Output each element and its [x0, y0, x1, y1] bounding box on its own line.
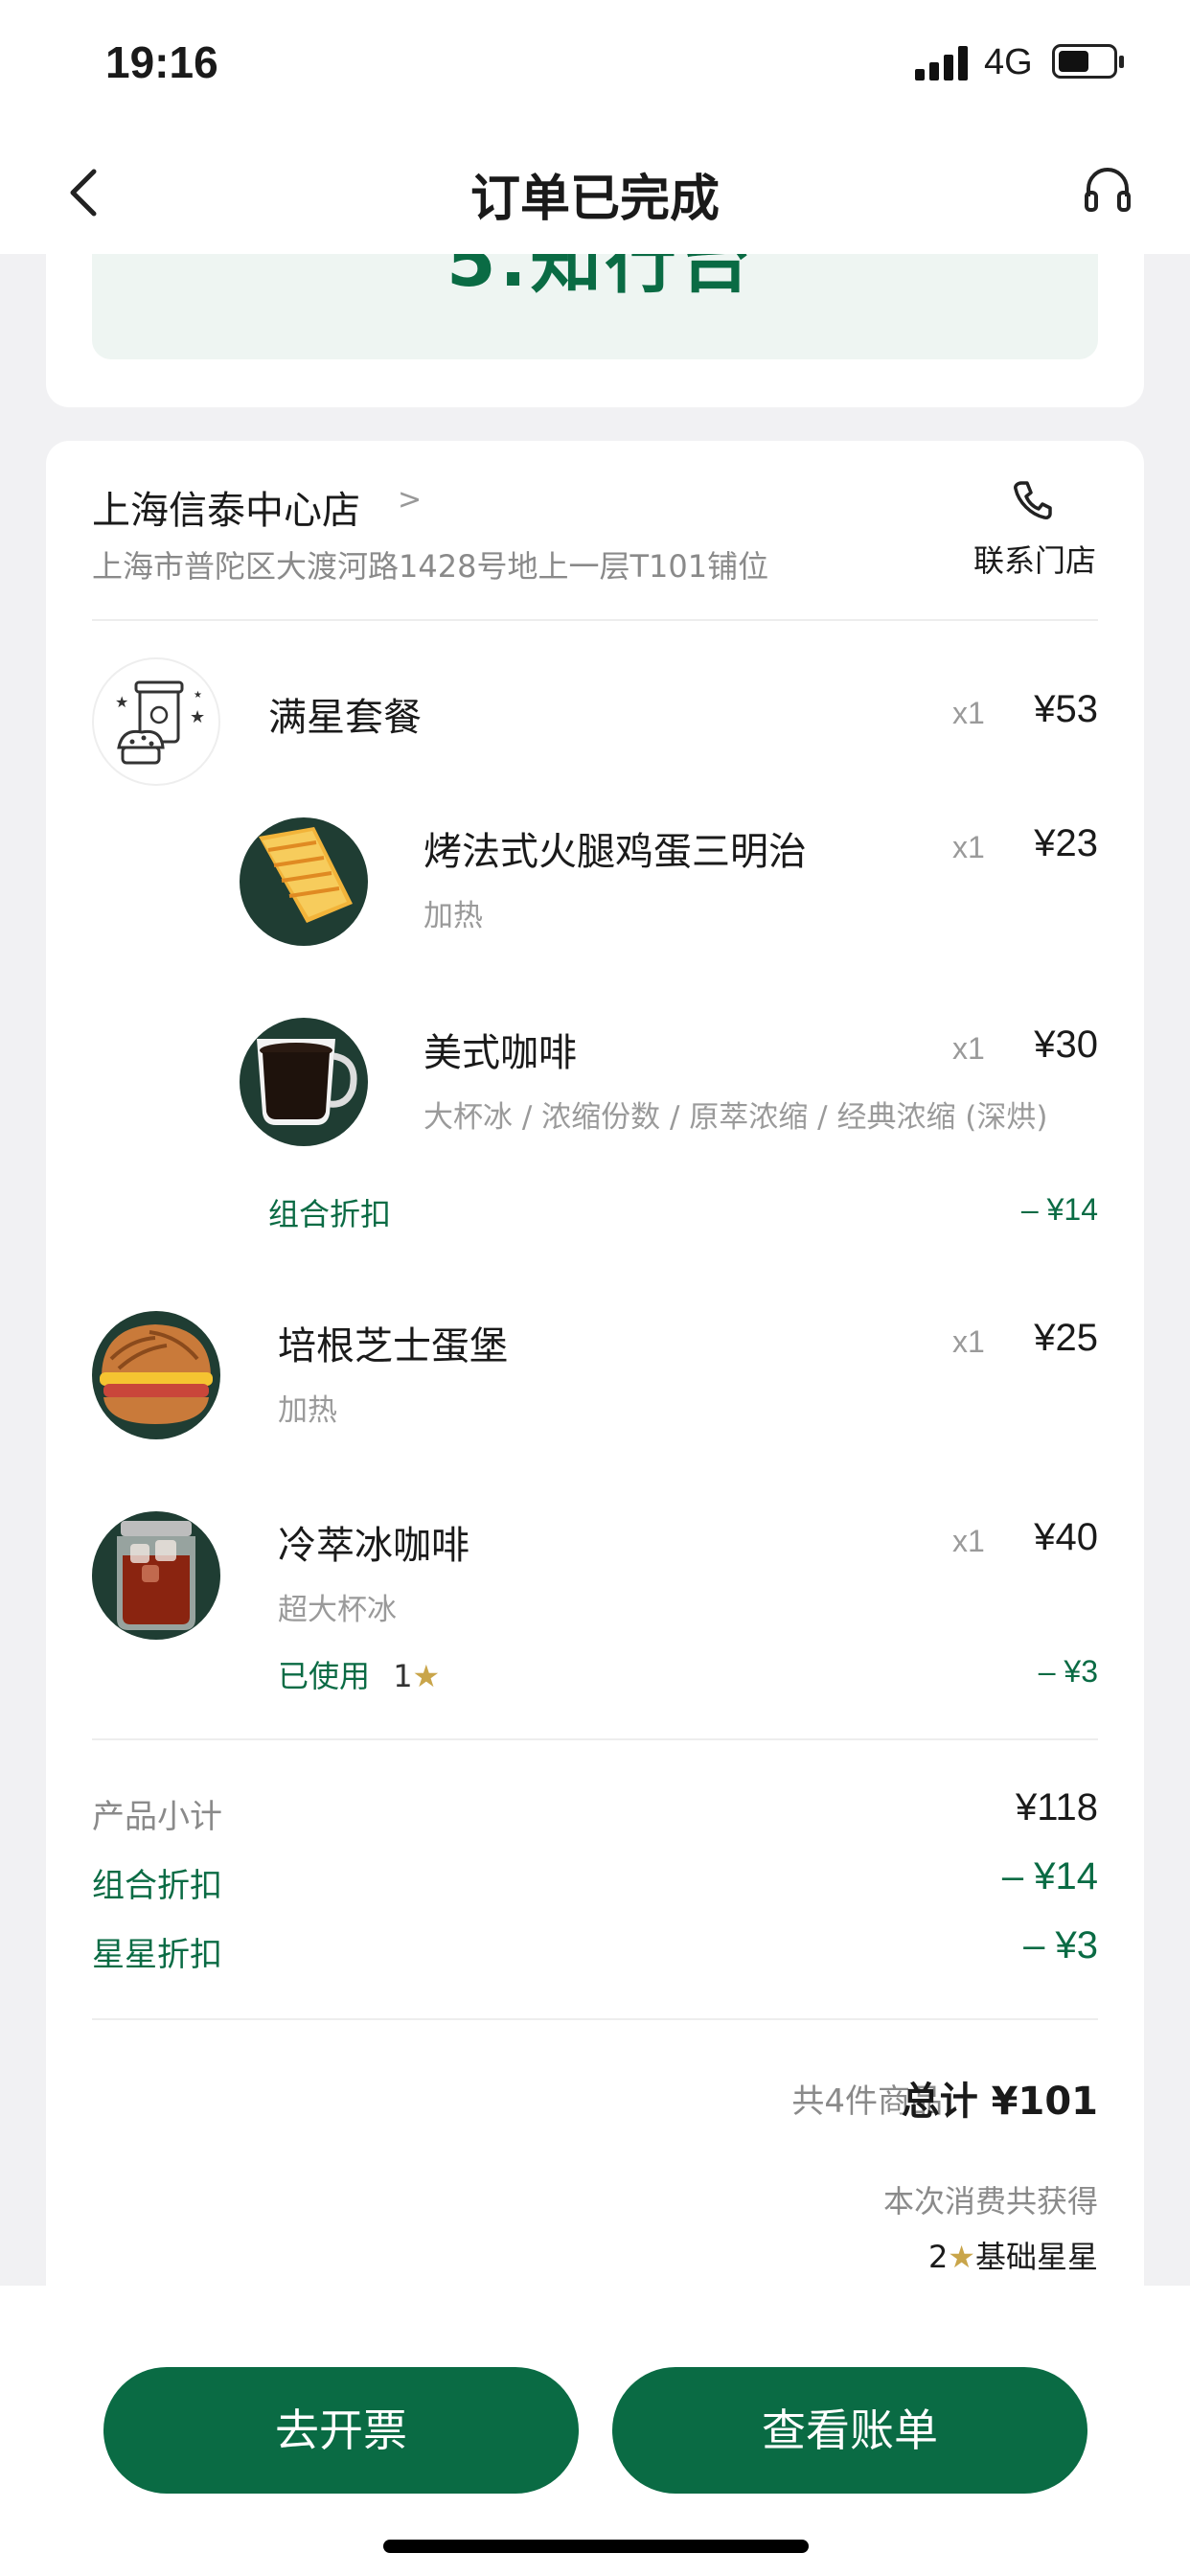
- cold-brew-thumbnail: [92, 1511, 220, 1640]
- status-time: 19:16: [105, 37, 218, 87]
- status-bar: 19:16 4G: [0, 0, 1190, 129]
- contact-store-button[interactable]: 联系门店: [973, 537, 1096, 581]
- item-qty: x1: [952, 830, 985, 864]
- item-price: ¥53: [1034, 688, 1098, 730]
- order-total: 总计 ¥101: [901, 2080, 1098, 2124]
- store-name[interactable]: 上海信泰中心店: [92, 479, 360, 535]
- item-option: 加热: [423, 899, 483, 933]
- stars-earned: 2★基础星星: [928, 2233, 1098, 2277]
- sandwich-thumbnail: [240, 817, 368, 946]
- svg-text:★: ★: [115, 693, 128, 711]
- stars-earned-text: 基础星星: [974, 2239, 1098, 2275]
- combo-discount-summary-label: 组合折扣: [92, 1867, 222, 1905]
- item-price: ¥40: [1034, 1516, 1098, 1558]
- item-option: 加热: [278, 1393, 337, 1428]
- item-name: 培根芝士蛋堡: [278, 1324, 508, 1368]
- svg-text:★: ★: [194, 690, 202, 701]
- star-icon: ★: [948, 2239, 975, 2275]
- item-name: 美式咖啡: [423, 1031, 577, 1075]
- pickup-card: 5.知行台: [46, 254, 1144, 407]
- subtotal-label: 产品小计: [92, 1798, 222, 1836]
- star-used-label: 已使用 1★: [278, 1652, 440, 1696]
- item-name: 满星套餐: [268, 696, 422, 740]
- combo-discount-value: – ¥14: [1020, 1192, 1098, 1227]
- star-discount-value: – ¥3: [1038, 1654, 1098, 1689]
- item-name: 冷萃冰咖啡: [278, 1524, 469, 1568]
- star-used-text: 已使用: [278, 1658, 371, 1694]
- chevron-right-icon[interactable]: >: [398, 483, 422, 517]
- headset-icon[interactable]: [1081, 162, 1134, 219]
- burger-thumbnail: [92, 1311, 220, 1439]
- bottom-action-bar: 去开票 查看账单: [0, 2286, 1190, 2576]
- combo-discount-label: 组合折扣: [268, 1196, 392, 1232]
- combo-discount-summary-value: – ¥14: [1001, 1855, 1098, 1898]
- svg-text:★: ★: [190, 707, 205, 727]
- item-option: 大杯冰 / 浓缩份数 / 原萃浓缩 / 经典浓缩 (深烘): [423, 1100, 1048, 1135]
- network-type: 4G: [984, 42, 1033, 82]
- divider: [92, 1738, 1098, 1740]
- item-price: ¥30: [1034, 1024, 1098, 1066]
- home-indicator[interactable]: [383, 2540, 809, 2553]
- order-card: 上海信泰中心店 > 上海市普陀区大渡河路1428号地上一层T101铺位 联系门店…: [46, 441, 1144, 2300]
- page-title: 订单已完成: [469, 171, 720, 228]
- americano-thumbnail: [240, 1018, 368, 1146]
- stars-earned-count: 2: [927, 2239, 949, 2275]
- divider: [92, 2018, 1098, 2020]
- combo-thumbnail: ★ ★ ★: [92, 657, 220, 786]
- divider: [92, 619, 1098, 621]
- stars-earned-label: 本次消费共获得: [882, 2183, 1098, 2220]
- pickup-code-box: 5.知行台: [92, 254, 1098, 359]
- star-icon: ★: [412, 1658, 441, 1694]
- battery-icon: [1052, 44, 1124, 79]
- item-qty: x1: [952, 1031, 985, 1066]
- item-price: ¥25: [1034, 1317, 1098, 1359]
- star-discount-summary-value: – ¥3: [1023, 1924, 1098, 1966]
- item-name: 烤法式火腿鸡蛋三明治: [423, 830, 807, 874]
- star-discount-summary-label: 星星折扣: [92, 1936, 222, 1974]
- item-qty: x1: [952, 696, 985, 730]
- signal-icon: [915, 46, 969, 80]
- subtotal-value: ¥118: [1015, 1786, 1098, 1828]
- item-option: 超大杯冰: [278, 1593, 397, 1627]
- nav-bar: 订单已完成: [0, 129, 1190, 254]
- phone-icon[interactable]: [1010, 477, 1056, 523]
- store-address: 上海市普陀区大渡河路1428号地上一层T101铺位: [92, 548, 769, 585]
- item-qty: x1: [952, 1524, 985, 1558]
- item-price: ¥23: [1034, 822, 1098, 864]
- view-bill-button[interactable]: 查看账单: [612, 2367, 1087, 2494]
- item-qty: x1: [952, 1324, 985, 1359]
- invoice-button[interactable]: 去开票: [103, 2367, 579, 2494]
- pickup-code: 5.知行台: [446, 254, 755, 303]
- star-used-count: 1: [393, 1658, 413, 1694]
